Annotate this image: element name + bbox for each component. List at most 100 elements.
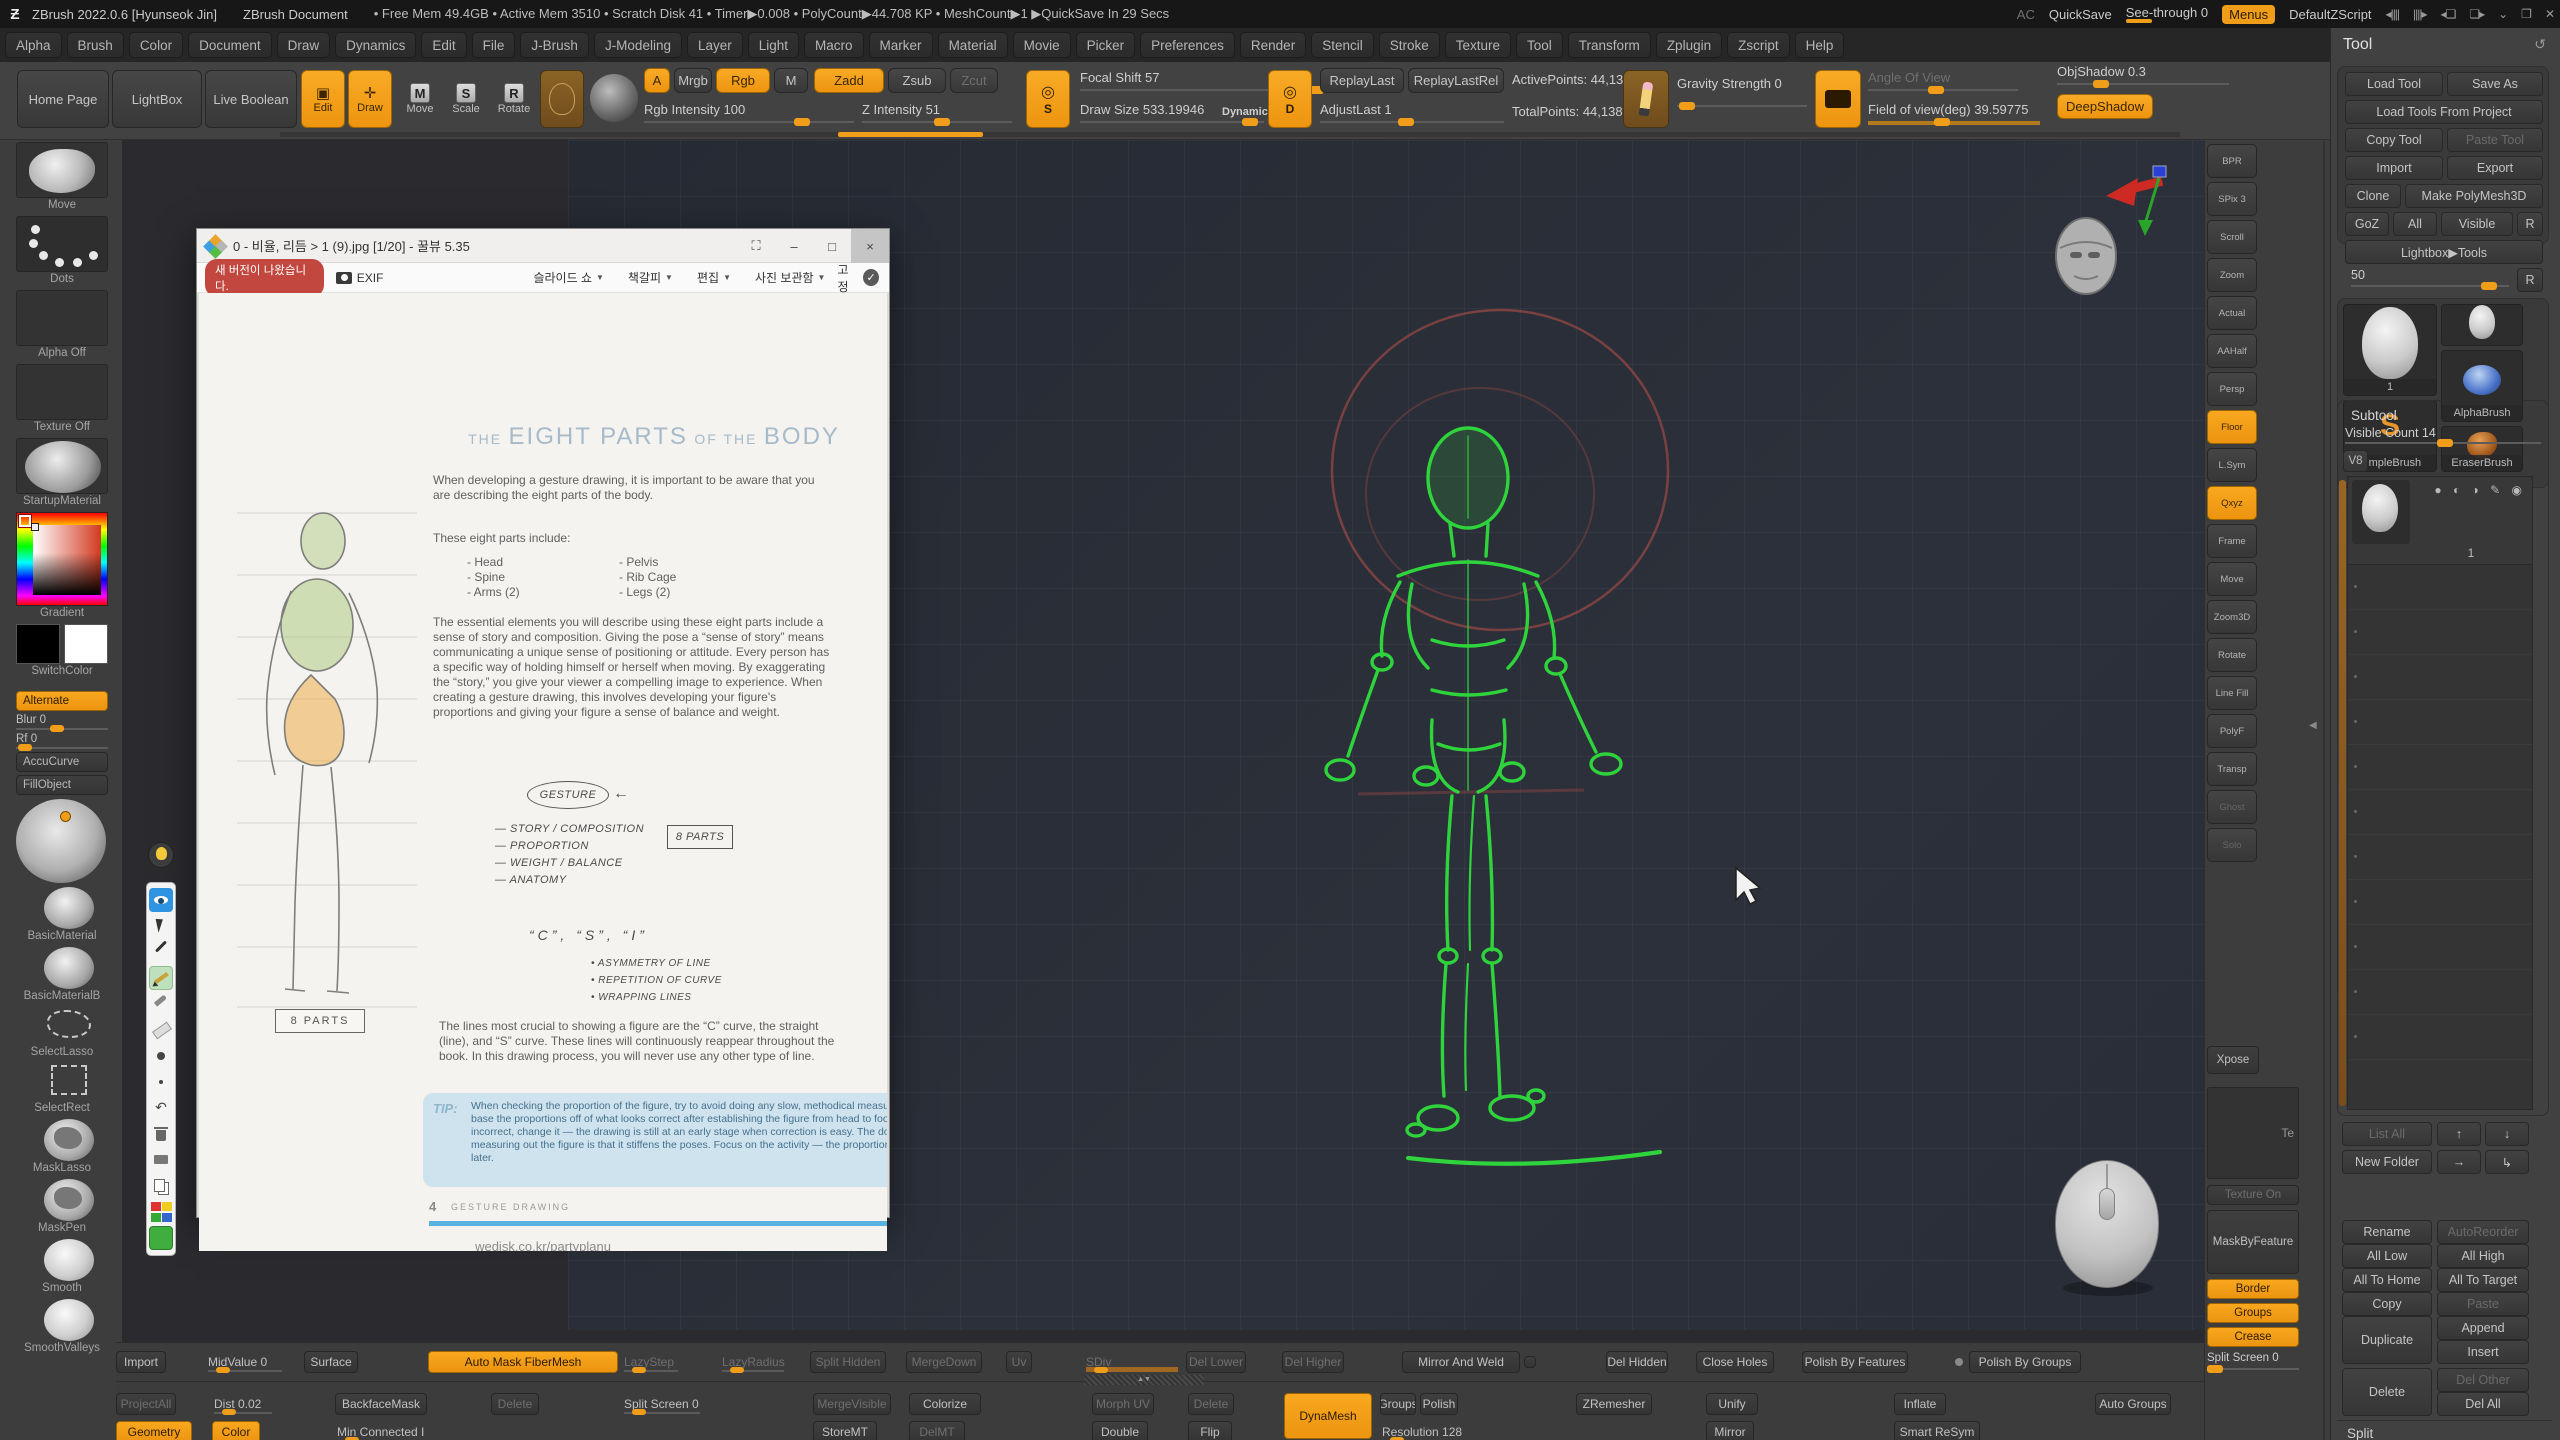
menu-item[interactable]: Stencil	[1311, 32, 1374, 58]
screenshot-icon[interactable]	[149, 1148, 173, 1172]
border-button[interactable]: Border	[2207, 1279, 2299, 1299]
menu-item[interactable]: Zplugin	[1656, 32, 1722, 58]
visible-button[interactable]: Visible	[2441, 212, 2513, 236]
texture-slot[interactable]: Texture Off	[16, 364, 122, 433]
blur-slider[interactable]: Blur 0	[16, 714, 108, 730]
close-icon[interactable]: ×	[851, 229, 889, 263]
bottom-bar-item[interactable]: Unify	[1706, 1393, 1758, 1415]
move-mode-button[interactable]: M Move	[400, 70, 440, 128]
stroke-brush-slot[interactable]: Move	[16, 142, 122, 211]
bottom-bar-item[interactable]: BackfaceMask	[335, 1393, 427, 1415]
field-of-view-slider[interactable]: Field of view(deg) 39.59775	[1868, 102, 2040, 125]
bottom-bar-item[interactable]: Inflate	[1894, 1393, 1946, 1415]
lightbox-tools-button[interactable]: Lightbox▶Tools	[2345, 240, 2543, 264]
accucurve-button[interactable]: AccuCurve	[16, 752, 108, 772]
active-color-swatch[interactable]	[149, 1226, 173, 1250]
z-intensity-slider[interactable]: Z Intensity 51	[862, 102, 1012, 123]
groups-button[interactable]: Groups	[2207, 1303, 2299, 1323]
menu-item[interactable]: Color	[129, 32, 183, 58]
bottom-bar-item[interactable]: Del Hidden	[1606, 1351, 1668, 1373]
refresh-icon[interactable]: ↺	[2534, 36, 2546, 53]
goz-button[interactable]: GoZ	[2345, 212, 2389, 236]
bottom-bar-item[interactable]: Morph UV	[1092, 1393, 1154, 1415]
mask-pen-slot[interactable]: MaskPen	[16, 1179, 122, 1234]
right-shelf-button[interactable]: Persp	[2207, 372, 2257, 406]
divider-scrubber[interactable]: ▲▼	[1084, 1375, 1204, 1385]
divider-left-icon[interactable]: ◂||||	[2386, 7, 2400, 21]
alpha-slot[interactable]: Alpha Off	[16, 290, 122, 359]
right-shelf-button[interactable]: Move	[2207, 562, 2257, 596]
pages-right-icon[interactable]: ❏▸	[2469, 7, 2484, 21]
angle-of-view-slider[interactable]: Angle Of View	[1868, 70, 2018, 91]
right-shelf-button[interactable]: Rotate	[2207, 638, 2257, 672]
menu-item[interactable]: Preferences	[1140, 32, 1235, 58]
default-zscript-button[interactable]: DefaultZScript	[2289, 7, 2371, 22]
visible-count-slider[interactable]: Visible Count 14	[2345, 426, 2541, 444]
crease-button[interactable]: Crease	[2207, 1327, 2299, 1347]
select-lasso-slot[interactable]: SelectLasso	[16, 1010, 122, 1058]
menu-item[interactable]: Light	[748, 32, 799, 58]
menu-item[interactable]: Texture	[1445, 32, 1511, 58]
gravity-strength-slider[interactable]: Gravity Strength 0	[1677, 76, 1807, 107]
gravity-icon-button[interactable]	[1623, 70, 1669, 128]
subtool-empty-row[interactable]	[2348, 655, 2532, 700]
draw-button[interactable]: ✛ Draw	[348, 70, 392, 128]
zadd-toggle[interactable]: Zadd	[814, 68, 884, 93]
menu-item[interactable]: Movie	[1013, 32, 1071, 58]
slideshow-menu[interactable]: 슬라이드 쇼▼	[533, 269, 603, 286]
right-shelf-button[interactable]: AAHalf	[2207, 334, 2257, 368]
menu-item[interactable]: File	[472, 32, 516, 58]
bottom-bar-item[interactable]: Flip	[1188, 1421, 1232, 1440]
subtool-empty-row[interactable]	[2348, 610, 2532, 655]
bottom-bar-item[interactable]: DelMT	[909, 1421, 965, 1440]
delete-button[interactable]: Delete	[2342, 1368, 2432, 1416]
subtool-tab[interactable]: V8	[2343, 450, 2368, 472]
viewer-content[interactable]: THE EIGHT PARTS OF THE BODY When develop…	[197, 293, 889, 1217]
bottom-bar-item[interactable]	[1955, 1358, 1963, 1366]
scale-mode-button[interactable]: S Scale	[446, 70, 486, 128]
right-shelf-button[interactable]: Scroll	[2207, 220, 2257, 254]
bottom-bar-item[interactable]: Delete	[491, 1393, 539, 1415]
mask-lasso-slot[interactable]: MaskLasso	[16, 1119, 122, 1174]
switch-color[interactable]: SwitchColor	[16, 624, 122, 677]
gradient-picker[interactable]	[16, 512, 108, 606]
subtool-empty-row[interactable]	[2348, 970, 2532, 1015]
replay-last-button[interactable]: ReplayLast	[1320, 68, 1404, 93]
pages-left-icon[interactable]: ◂❏	[2441, 7, 2456, 21]
edit-button[interactable]: ▣ Edit	[301, 70, 345, 128]
right-shelf-button[interactable]: Qxyz	[2207, 486, 2257, 520]
paste-button[interactable]: Paste	[2437, 1292, 2529, 1316]
focal-shift-icon-button[interactable]: ◎ S	[1026, 70, 1070, 128]
bottom-bar-item[interactable]	[1524, 1356, 1536, 1368]
menu-item[interactable]: Alpha	[5, 32, 62, 58]
fillobject-button[interactable]: FillObject	[16, 775, 108, 795]
right-shelf-button[interactable]: Frame	[2207, 524, 2257, 558]
texture-preview[interactable]: Te	[2207, 1087, 2299, 1179]
subtool-empty-row[interactable]	[2348, 835, 2532, 880]
bottom-bar-item[interactable]: Min Connected I	[335, 1421, 439, 1440]
bottom-bar-item[interactable]: ProjectAll	[116, 1393, 176, 1415]
viewer-title-bar[interactable]: 0 - 비율, 리듬 > 1 (9).jpg [1/20] - 꿀뷰 5.35 …	[197, 229, 889, 263]
copy-tool-button[interactable]: Copy Tool	[2345, 128, 2443, 152]
rgb-toggle[interactable]: Rgb	[716, 68, 770, 93]
panel-divider-handle[interactable]: ◀	[2309, 720, 2317, 731]
subtool-empty-row[interactable]	[2348, 925, 2532, 970]
thumbnail-size-slider[interactable]: 50	[2351, 268, 2509, 287]
bottom-bar-item[interactable]: Polish	[1420, 1393, 1458, 1415]
load-tool-button[interactable]: Load Tool	[2345, 72, 2443, 96]
right-shelf-button[interactable]: Zoom	[2207, 258, 2257, 292]
all-to-target-button[interactable]: All To Target	[2437, 1268, 2529, 1292]
pin-toggle[interactable]: 고정 ✓	[837, 261, 879, 295]
recent-tool-thumbnail[interactable]	[2441, 304, 2523, 346]
subtool-item[interactable]: ● ◐ ◑ ✎ ◉ 1	[2348, 477, 2532, 565]
color-palette-icon[interactable]	[149, 1200, 173, 1224]
bottom-bar-item[interactable]: Geometry	[116, 1421, 192, 1440]
edit-menu[interactable]: 편집▼	[697, 269, 731, 286]
autoreorder-button[interactable]: AutoReorder	[2437, 1220, 2529, 1244]
menus-toggle[interactable]: Menus	[2222, 5, 2275, 24]
lightbulb-icon[interactable]	[148, 842, 174, 868]
deep-shadow-button[interactable]: DeepShadow	[2057, 94, 2153, 119]
all-low-button[interactable]: All Low	[2342, 1244, 2432, 1268]
restore-icon[interactable]: ❐	[2521, 7, 2531, 21]
highlighter-tool-icon[interactable]	[149, 992, 173, 1016]
